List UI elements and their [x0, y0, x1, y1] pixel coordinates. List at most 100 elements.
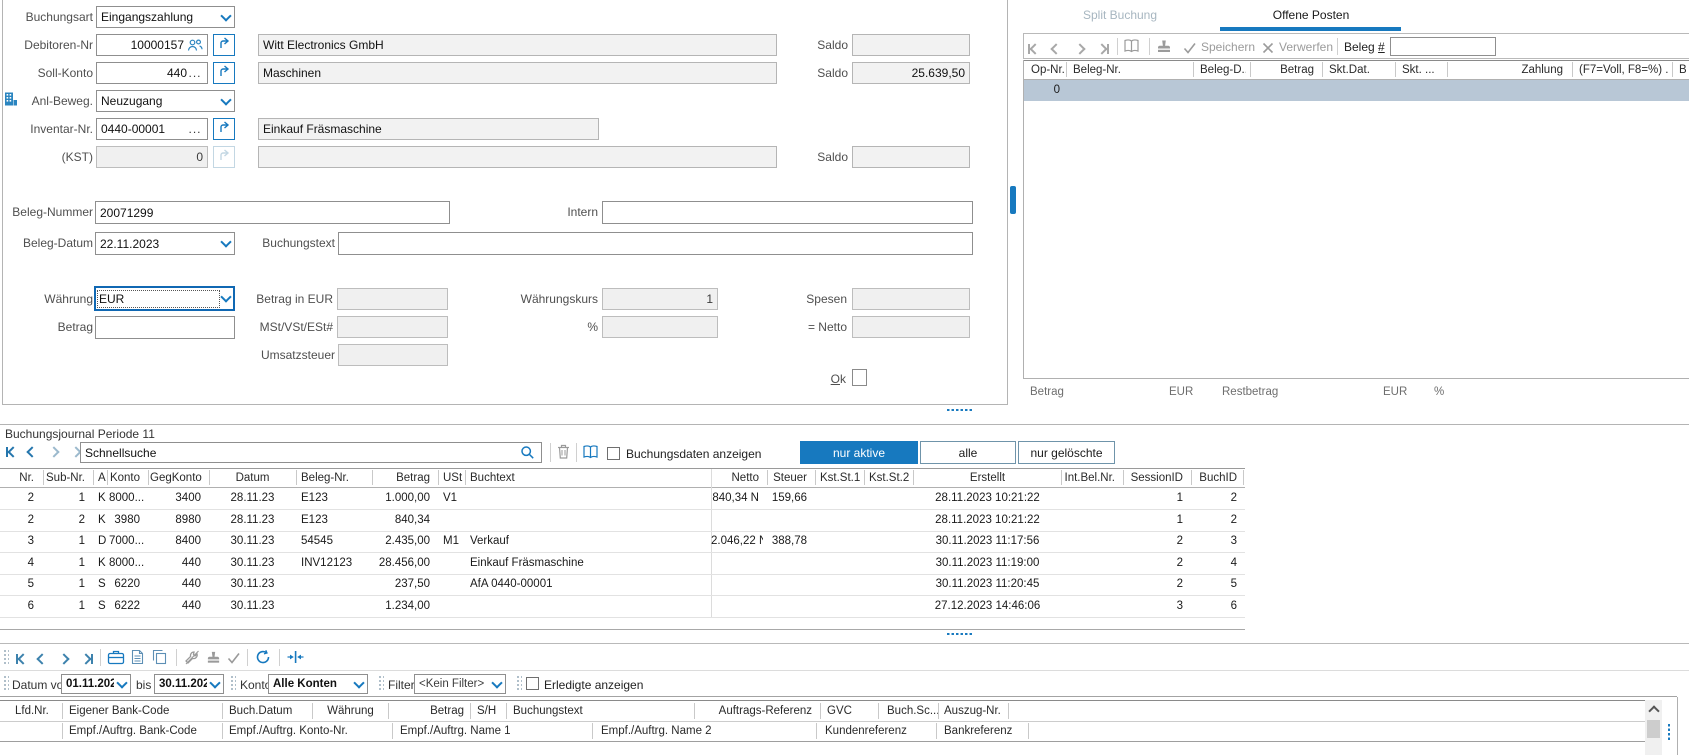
journal-cell-nr[interactable]: 6 — [2, 596, 38, 617]
goto-konto-button[interactable] — [213, 62, 235, 84]
fit-columns-icon[interactable] — [287, 650, 304, 664]
bottom-nav-last-button[interactable] — [82, 651, 93, 667]
journal-column-header-nr[interactable]: Nr. — [2, 469, 38, 487]
journal-cell-datum[interactable]: 28.11.23 — [211, 488, 291, 509]
op-cell-belegd[interactable] — [1197, 80, 1246, 101]
op-column-header-skt[interactable]: Skt. ... — [1399, 61, 1443, 79]
journal-cell-steuer[interactable]: 159,66 — [769, 488, 811, 509]
journal-cell-betrag[interactable]: 1.000,00 — [374, 488, 434, 509]
journal-column-header-datum[interactable]: Datum — [211, 469, 291, 487]
journal-cell-session[interactable]: 1 — [1125, 488, 1187, 509]
journal-cell-ust[interactable] — [440, 510, 463, 531]
journal-column-header-kstst1[interactable]: Kst.St.1 — [817, 469, 860, 487]
journal-cell-kstst2[interactable] — [866, 574, 909, 595]
bank-column-header-r1-9[interactable]: Buch.Sc... — [884, 702, 938, 721]
tab-split-buchung[interactable]: Split Buchung — [1055, 8, 1185, 22]
journal-cell-kstst2[interactable] — [866, 510, 909, 531]
horizontal-splitter-handle[interactable] — [946, 408, 972, 412]
journal-column-header-kstst2[interactable]: Kst.St.2 — [866, 469, 909, 487]
journal-cell-datum[interactable]: 30.11.23 — [211, 596, 291, 617]
journal-cell-sub[interactable]: 1 — [45, 574, 89, 595]
beleg-number-input[interactable] — [1390, 37, 1496, 56]
bank-column-header-r2-1[interactable]: Empf./Auftrg. Konto-Nr. — [226, 722, 376, 741]
journal-cell-buchtext[interactable] — [467, 596, 707, 617]
journal-cell-ust[interactable] — [440, 574, 463, 595]
op-column-header-op[interactable]: Op-Nr. — [1028, 61, 1064, 79]
goto-debitor-button[interactable] — [213, 34, 235, 56]
journal-cell-sub[interactable]: 1 — [45, 488, 89, 509]
journal-cell-datum[interactable]: 30.11.23 — [211, 574, 291, 595]
journal-cell-a[interactable]: S — [95, 596, 107, 617]
journal-cell-datum[interactable]: 28.11.23 — [211, 510, 291, 531]
bottom-nav-next-button[interactable] — [60, 651, 68, 667]
journal-column-header-intbel[interactable]: Int.Bel.Nr. — [1063, 469, 1119, 487]
wrench-slash-icon[interactable] — [184, 650, 200, 665]
journal-column-header-buchtext[interactable]: Buchtext — [467, 469, 707, 487]
journal-cell-ust[interactable]: V1 — [440, 488, 463, 509]
journal-cell-beleg[interactable]: E123 — [298, 510, 368, 531]
journal-cell-erstellt[interactable]: 28.11.2023 10:21:22 — [915, 510, 1057, 531]
journal-cell-buchid[interactable]: 4 — [1193, 553, 1241, 574]
journal-cell-beleg[interactable]: INV12123 — [298, 553, 368, 574]
journal-cell-steuer[interactable] — [769, 596, 811, 617]
filter-grip[interactable] — [516, 675, 522, 690]
op-cell-skt[interactable] — [1399, 80, 1443, 101]
konto-select[interactable]: Alle Konten — [268, 674, 368, 694]
bank-column-header-r2-4[interactable]: Kundenreferenz — [822, 722, 920, 741]
bottom-nav-first-button[interactable] — [16, 651, 27, 667]
journal-cell-erstellt[interactable]: 27.12.2023 14:46:06 — [915, 596, 1057, 617]
journal-cell-betrag[interactable]: 1.234,00 — [374, 596, 434, 617]
journal-cell-session[interactable]: 2 — [1125, 574, 1187, 595]
journal-cell-beleg[interactable] — [298, 574, 368, 595]
nav-next-button[interactable] — [1076, 41, 1084, 57]
vertical-splitter-handle[interactable] — [1010, 186, 1016, 214]
journal-cell-konto[interactable]: 3980 — [109, 510, 144, 531]
journal-column-header-steuer[interactable]: Steuer — [769, 469, 811, 487]
journal-cell-erstellt[interactable]: 30.11.2023 11:20:45 — [915, 574, 1057, 595]
filter-grip[interactable] — [3, 675, 9, 690]
bank-column-header-r2-5[interactable]: Bankreferenz — [941, 722, 1025, 741]
journal-cell-netto[interactable] — [711, 574, 763, 595]
journal-cell-session[interactable]: 2 — [1125, 531, 1187, 552]
journal-cell-steuer[interactable] — [769, 510, 811, 531]
datum-von-select[interactable]: 01.11.2023 — [61, 674, 131, 694]
journal-cell-steuer[interactable] — [769, 574, 811, 595]
journal-cell-nr[interactable]: 2 — [2, 488, 38, 509]
journal-cell-kstst2[interactable] — [866, 488, 909, 509]
buchungstext-input[interactable] — [338, 232, 973, 255]
journal-cell-buchtext[interactable]: AfA 0440-00001 — [467, 574, 707, 595]
journal-column-header-netto[interactable]: Netto — [711, 469, 763, 487]
journal-column-header-gegkonto[interactable]: GegKonto — [150, 469, 205, 487]
journal-cell-betrag[interactable]: 2.435,00 — [374, 531, 434, 552]
journal-cell-a[interactable]: K — [95, 553, 107, 574]
refresh-icon[interactable] — [255, 649, 271, 665]
customers-icon[interactable] — [187, 38, 203, 52]
tab-offene-posten[interactable]: Offene Posten — [1245, 8, 1377, 22]
buchungsart-select[interactable]: Eingangszahlung — [96, 6, 235, 28]
journal-cell-netto[interactable]: 2.046,22 N — [711, 531, 763, 552]
bank-column-header-r1-7[interactable]: Auftrags-Referenz — [698, 702, 816, 721]
bank-column-header-r1-4[interactable]: Betrag — [392, 702, 468, 721]
journal-column-header-buchid[interactable]: BuchID — [1193, 469, 1241, 487]
journal-cell-gegkonto[interactable]: 440 — [150, 574, 205, 595]
journal-cell-konto[interactable]: 7000... — [109, 531, 144, 552]
filter-grip[interactable] — [378, 675, 384, 690]
journal-book-icon[interactable] — [1123, 38, 1140, 54]
bottom-nav-prev-button[interactable] — [38, 651, 46, 667]
journal-column-header-sub[interactable]: Sub-Nr. — [45, 469, 89, 487]
journal-cell-konto[interactable]: 6220 — [109, 574, 144, 595]
bank-column-header-r2-2[interactable]: Empf./Auftrg. Name 1 — [397, 722, 527, 741]
journal-cell-nr[interactable]: 3 — [2, 531, 38, 552]
ok-checkbox[interactable] — [852, 369, 867, 386]
bank-column-header-r1-8[interactable]: GVC — [824, 702, 876, 721]
journal-cell-kstst1[interactable] — [817, 574, 860, 595]
journal-cell-kstst2[interactable] — [866, 596, 909, 617]
journal-cell-steuer[interactable] — [769, 553, 811, 574]
journal-cell-a[interactable]: S — [95, 574, 107, 595]
bank-column-header-r1-0[interactable]: Lfd.Nr. — [12, 702, 60, 721]
filter-button-nur-aktive[interactable]: nur aktive — [800, 441, 918, 464]
journal-cell-erstellt[interactable]: 30.11.2023 11:19:00 — [915, 553, 1057, 574]
journal-column-header-erstellt[interactable]: Erstellt — [915, 469, 1057, 487]
journal-cell-kstst2[interactable] — [866, 531, 909, 552]
journal-cell-gegkonto[interactable]: 8980 — [150, 510, 205, 531]
